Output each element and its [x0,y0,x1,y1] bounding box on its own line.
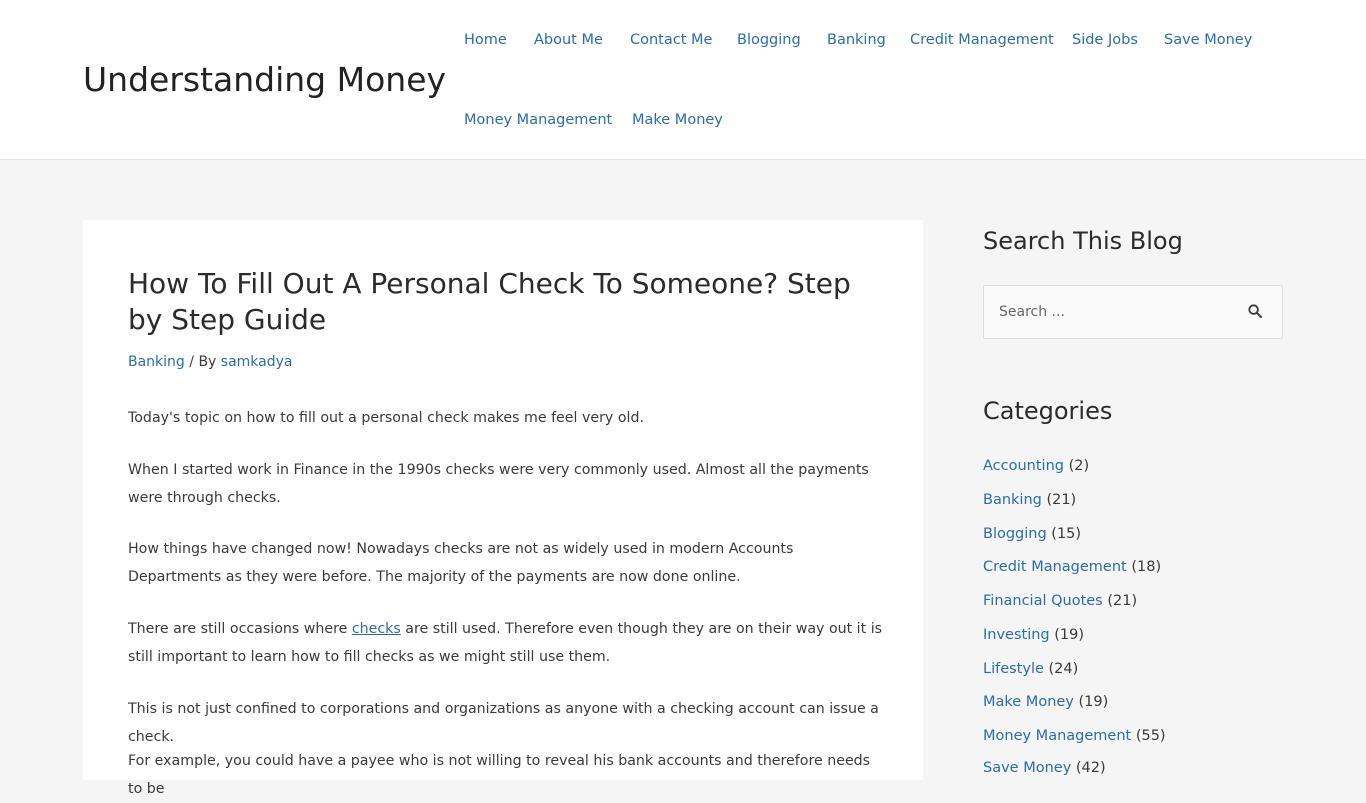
category-link[interactable]: Credit Management [983,559,1127,575]
nav-item-money-management[interactable]: Money Management [464,112,612,128]
site-header: Understanding Money Home About Me Contac… [0,0,1366,160]
category-item: Save Money (42) [983,760,1106,776]
category-item: Investing (19) [983,627,1084,643]
category-count: (21) [1046,492,1077,508]
nav-item-make-money[interactable]: Make Money [632,112,723,128]
nav-item-about-me[interactable]: About Me [534,32,603,48]
category-item: Blogging (15) [983,526,1081,542]
category-count: (19) [1054,627,1085,643]
nav-item-contact-me[interactable]: Contact Me [630,32,712,48]
category-link[interactable]: Make Money [983,694,1074,710]
category-count: (24) [1048,661,1079,677]
category-item: Make Money (19) [983,694,1108,710]
category-count: (55) [1135,728,1166,744]
nav-item-side-jobs[interactable]: Side Jobs [1072,32,1138,48]
search-icon [1248,304,1262,318]
category-link[interactable]: Lifestyle [983,661,1044,677]
search-input[interactable] [984,286,1234,338]
author-link[interactable]: samkadya [221,354,293,370]
category-item: Financial Quotes (21) [983,593,1137,609]
category-count: (21) [1107,593,1138,609]
article-paragraph: Today's topic on how to fill out a perso… [128,410,644,426]
category-count: (18) [1131,559,1162,575]
nav-item-home[interactable]: Home [464,32,507,48]
category-item: Banking (21) [983,492,1076,508]
article-card: How To Fill Out A Personal Check To Some… [83,220,923,797]
search-form [983,285,1283,339]
category-link-banking[interactable]: Banking [128,354,185,370]
site-title[interactable]: Understanding Money [83,60,446,99]
article-paragraph: There are still occasions where checks a… [128,616,883,671]
category-link[interactable]: Save Money [983,760,1071,776]
article-paragraph: For example, you could have a payee who … [128,753,871,797]
article-paragraph: This is not just confined to corporation… [128,701,879,745]
category-link[interactable]: Blogging [983,526,1047,542]
checks-link[interactable]: checks [352,621,401,637]
nav-item-credit-management[interactable]: Credit Management [910,32,1054,48]
category-count: (15) [1051,526,1082,542]
category-count: (19) [1078,694,1109,710]
search-widget-title: Search This Blog [983,227,1183,255]
category-count: (2) [1068,458,1090,474]
category-link[interactable]: Investing [983,627,1050,643]
article-meta: Banking / By samkadya [128,354,293,370]
category-link[interactable]: Accounting [983,458,1064,474]
nav-item-banking[interactable]: Banking [827,32,886,48]
category-item: Lifestyle (24) [983,661,1078,677]
category-item: Accounting (2) [983,458,1089,474]
category-link[interactable]: Banking [983,492,1042,508]
category-item: Credit Management (18) [983,559,1161,575]
article-paragraph: When I started work in Finance in the 19… [128,462,869,506]
category-link[interactable]: Financial Quotes [983,593,1103,609]
nav-item-save-money[interactable]: Save Money [1164,32,1252,48]
search-button[interactable] [1248,303,1268,323]
nav-item-blogging[interactable]: Blogging [737,32,801,48]
paragraph-text: There are still occasions where [128,621,352,637]
article-paragraph: How things have changed now! Nowadays ch… [128,541,794,585]
article-title: How To Fill Out A Personal Check To Some… [128,267,851,336]
meta-separator: / By [184,354,221,370]
categories-widget-title: Categories [983,397,1113,425]
category-count: (42) [1075,760,1106,776]
category-item: Money Management (55) [983,728,1166,744]
category-link[interactable]: Money Management [983,728,1131,744]
